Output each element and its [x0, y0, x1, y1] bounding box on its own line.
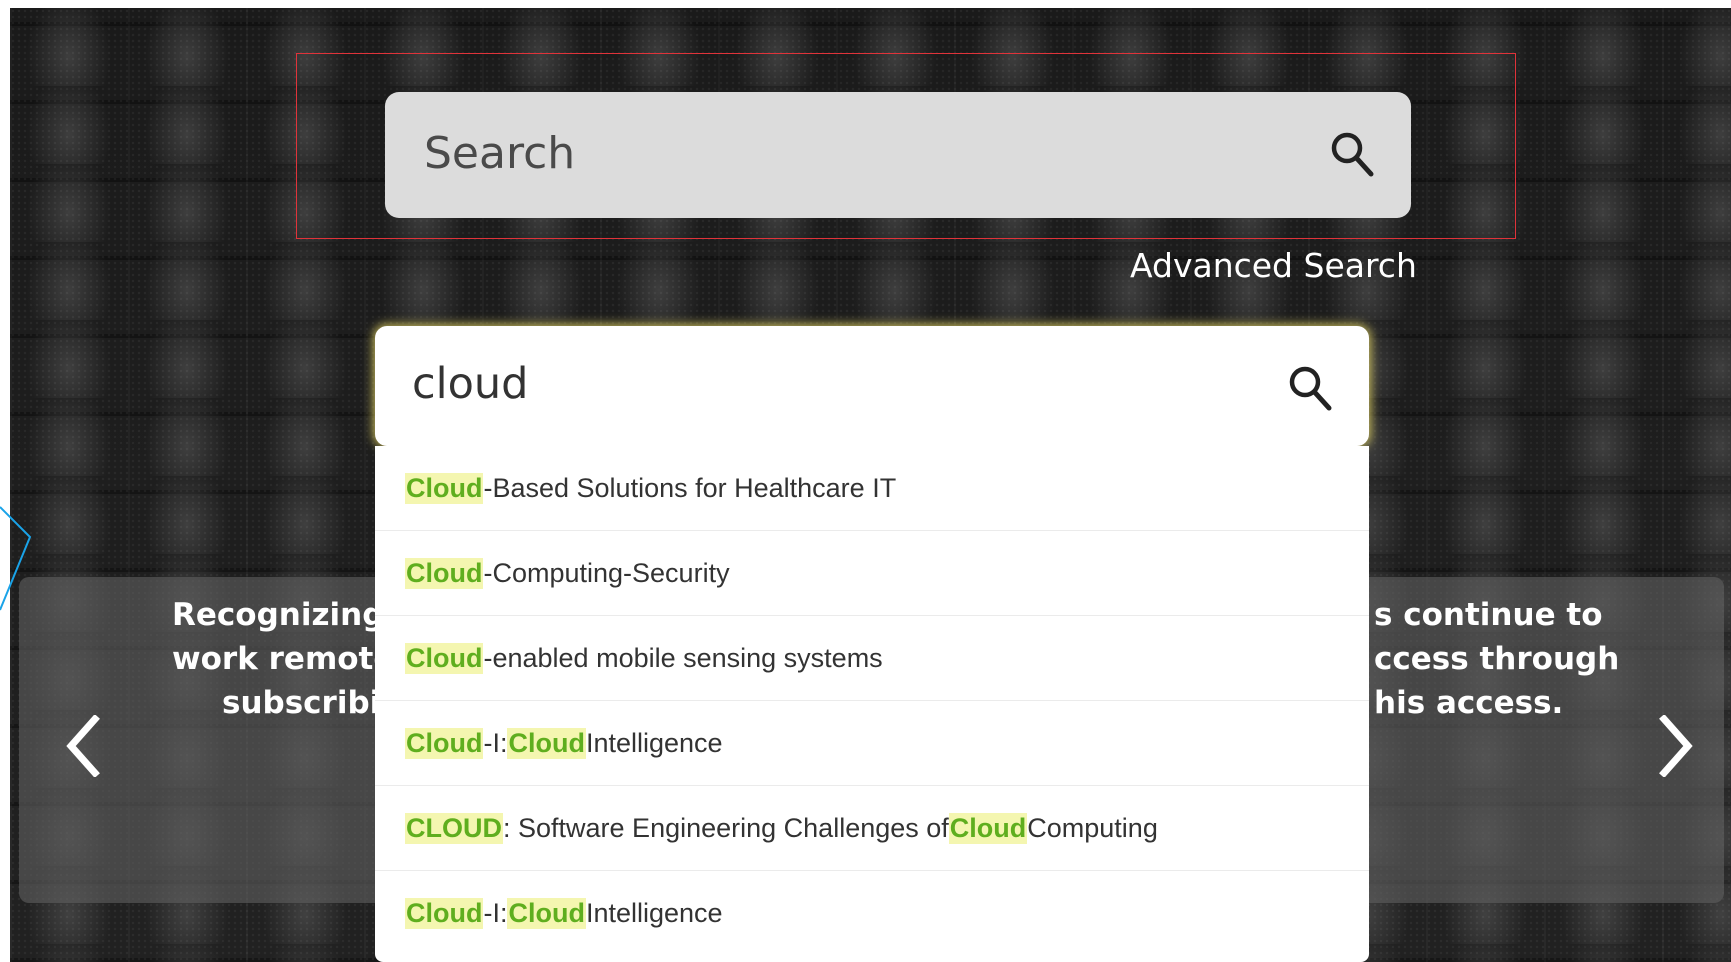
suggestion-match-highlight: Cloud [405, 727, 484, 759]
chevron-left-icon [66, 714, 100, 778]
suggestion-match-highlight: Cloud [507, 898, 586, 929]
suggestion-text: Intelligence [585, 898, 723, 928]
suggestion-item[interactable]: Cloud -enabled mobile sensing systems [375, 616, 1369, 701]
banner-text-right-3: his access. [1374, 685, 1564, 721]
suggestion-item[interactable]: Cloud -Based Solutions for Healthcare IT [375, 446, 1369, 531]
main-search-input[interactable]: cloud [375, 326, 1369, 446]
advanced-search-link[interactable]: Advanced Search [1130, 246, 1417, 285]
carousel-prev-button[interactable] [63, 714, 103, 782]
suggestion-text: Intelligence [585, 727, 723, 758]
autocomplete-dropdown: Cloud -Based Solutions for Healthcare IT C… [375, 446, 1369, 962]
suggestion-text: -enabled mobile sensing systems [483, 642, 883, 673]
hero-background: Recognizing t work remotel subscribin s … [10, 8, 1731, 962]
suggestion-item[interactable]: Cloud -I: Cloud Intelligence [375, 871, 1369, 956]
suggestion-text: -I: [483, 727, 508, 758]
suggestion-item[interactable]: Cloud -Computing-Security [375, 531, 1369, 616]
carousel-next-button[interactable] [1656, 714, 1696, 782]
suggestion-text: Computing [1027, 812, 1158, 843]
banner-text-right-2: ccess through [1374, 641, 1620, 677]
main-search-value: cloud [412, 359, 529, 409]
suggestion-text: : Software Engineering Challenges of [503, 812, 949, 843]
suggestion-match-highlight: Cloud [948, 812, 1028, 844]
suggestion-item[interactable]: Cloud -I: Cloud Intelligence [375, 701, 1369, 786]
annotation-arrow [0, 506, 32, 611]
search-icon[interactable] [1287, 364, 1333, 417]
top-search-placeholder: Search [424, 128, 576, 179]
suggestion-text: -Computing-Security [483, 557, 730, 588]
suggestion-match-highlight: Cloud [405, 472, 484, 504]
search-icon[interactable] [1329, 130, 1375, 183]
banner-text-right-1: s continue to [1374, 597, 1603, 633]
suggestion-text: -Based Solutions for Healthcare IT [483, 472, 897, 503]
suggestion-match-highlight: CLOUD [405, 812, 503, 844]
suggestion-match-highlight: Cloud [405, 898, 484, 929]
suggestion-match-highlight: Cloud [405, 557, 484, 589]
banner-text-left-2: work remotel [172, 641, 406, 677]
top-search-field[interactable]: Search [385, 92, 1411, 218]
suggestion-text: -I: [483, 898, 508, 928]
suggestion-item[interactable]: CLOUD: Software Engineering Challenges o… [375, 786, 1369, 871]
chevron-right-icon [1659, 714, 1693, 778]
suggestion-match-highlight: Cloud [507, 727, 586, 759]
suggestion-match-highlight: Cloud [405, 642, 484, 674]
